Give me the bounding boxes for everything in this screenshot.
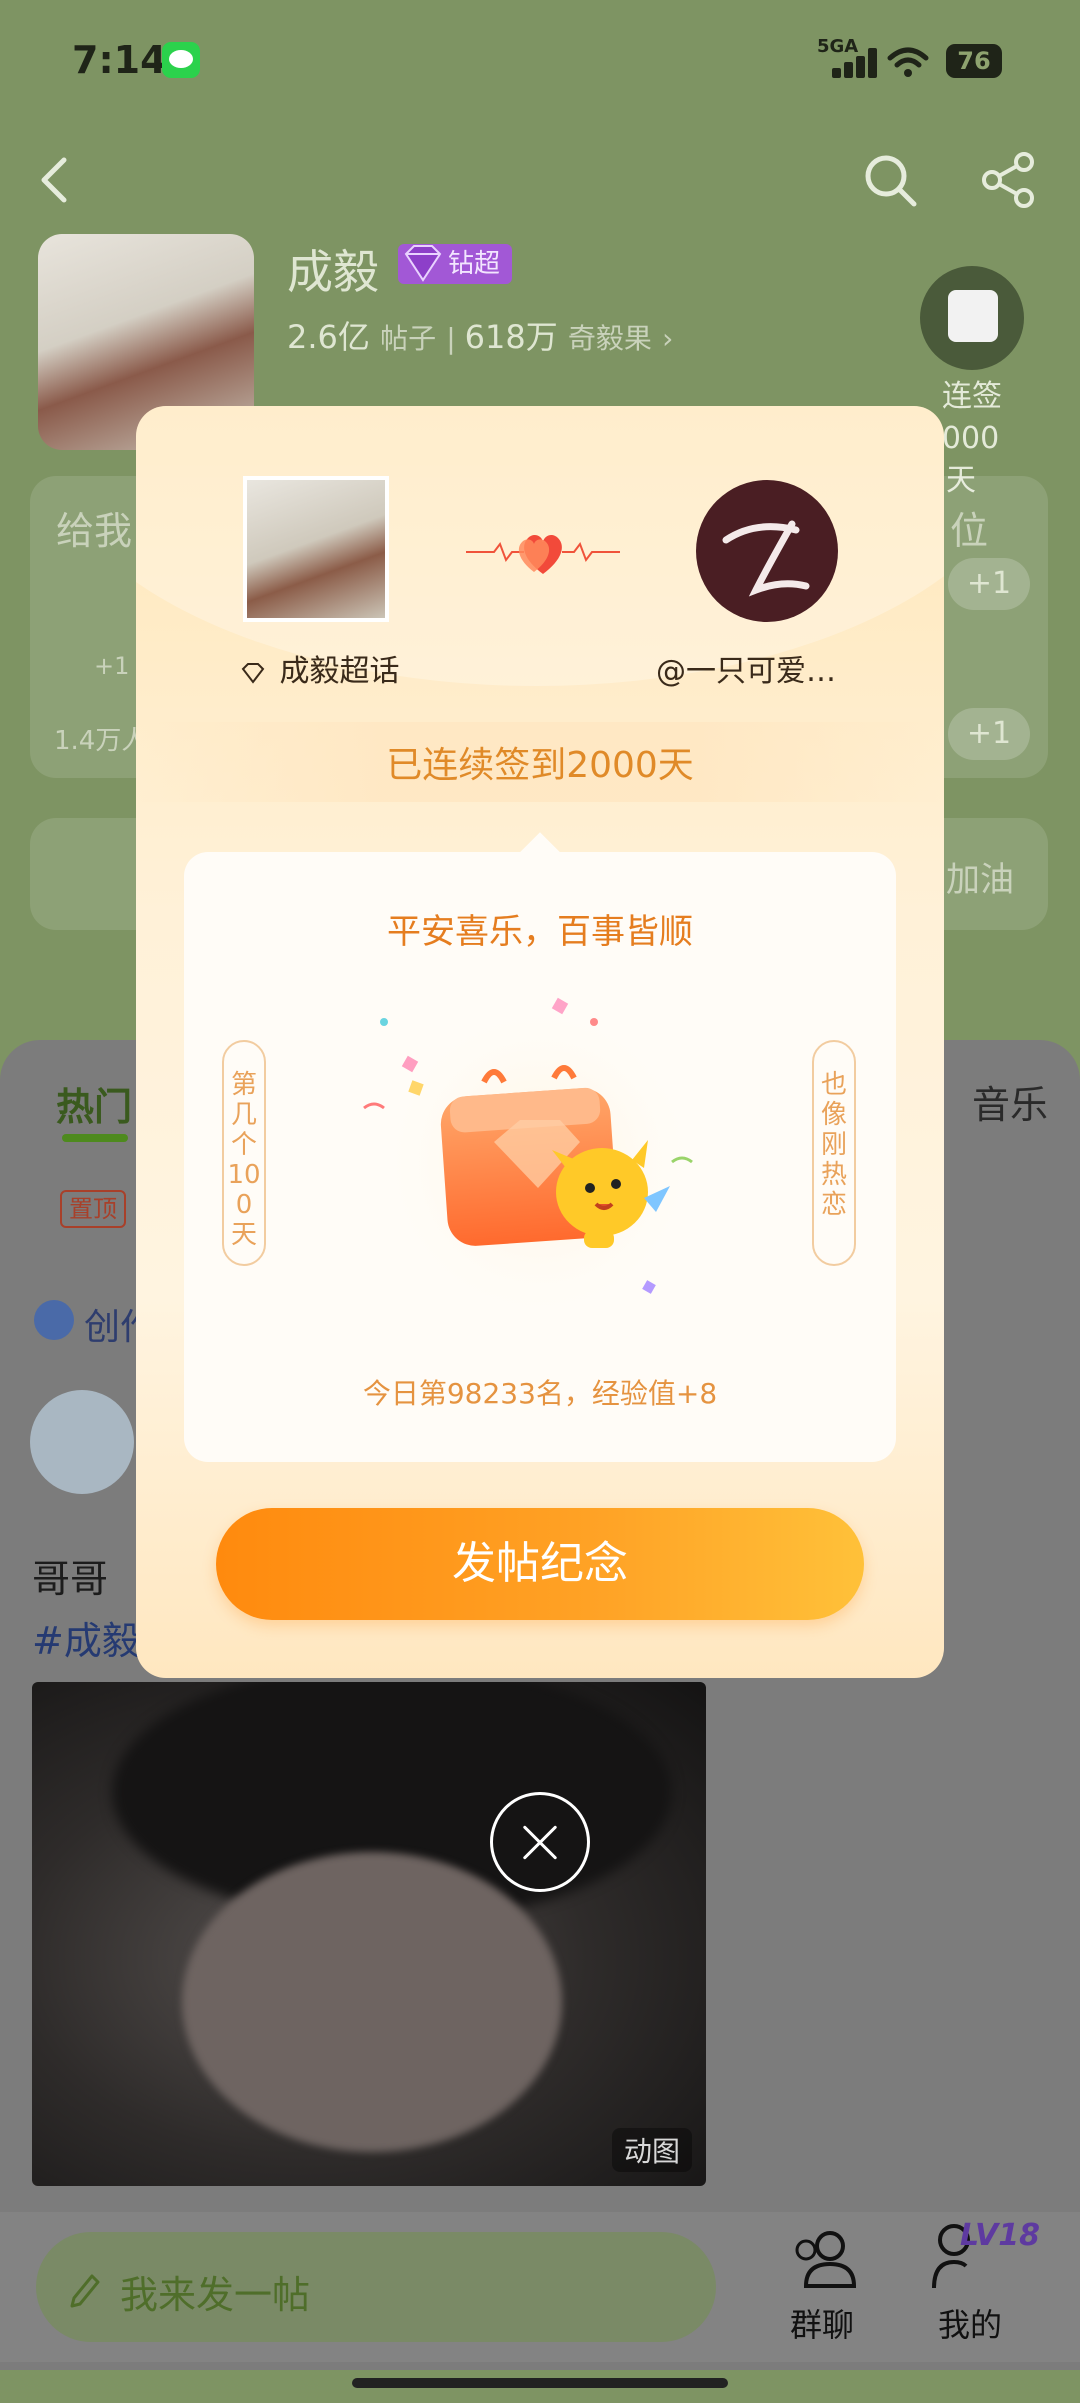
topic-label: 成毅超话 xyxy=(240,646,400,690)
user-label: @一只可爱… xyxy=(656,654,836,689)
heart-pulse-icon xyxy=(466,535,620,574)
rank-text: 今日第98233名，经验值+8 xyxy=(362,1377,718,1410)
close-icon[interactable] xyxy=(490,1792,590,1892)
checkin-modal: 成毅超话 @一只可爱… 已连续签到2000天 平安喜乐，百事皆顺 第几个100天… xyxy=(136,406,944,1678)
streak-text: 已连续签到2000天 xyxy=(386,745,694,786)
blessing-text: 平安喜乐，百事皆顺 xyxy=(387,912,693,952)
user-avatar xyxy=(696,480,838,622)
side-tag-left: 第几个100天 xyxy=(222,1040,266,1266)
post-commemorate-button[interactable]: 发帖纪念 xyxy=(216,1508,864,1620)
blessing-card: 平安喜乐，百事皆顺 第几个100天 也像刚热恋 今日第98233名，经验值+8 xyxy=(184,832,896,1462)
diamond-icon xyxy=(241,662,265,684)
calendar-mascot-illustration xyxy=(363,997,700,1322)
side-tag-right: 也像刚热恋 xyxy=(812,1040,856,1266)
topic-avatar-small xyxy=(243,476,389,622)
